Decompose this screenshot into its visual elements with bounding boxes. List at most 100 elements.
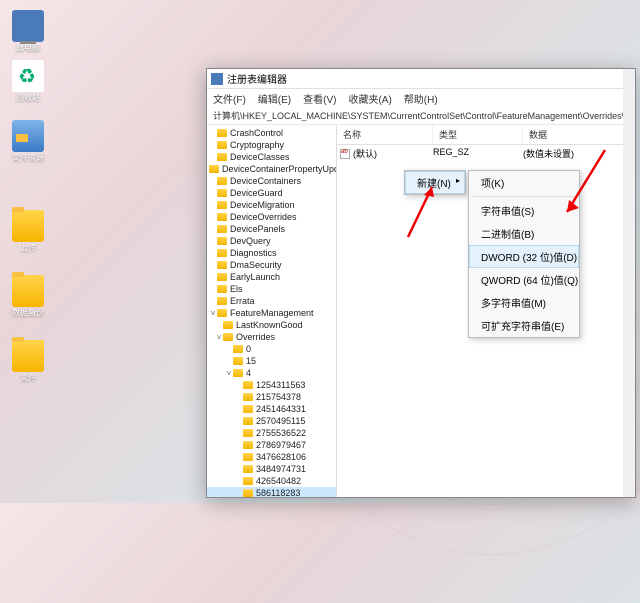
tree-item-errata[interactable]: Errata — [207, 295, 336, 307]
caret-icon: ˅ — [209, 309, 217, 318]
folder-icon — [217, 261, 227, 269]
scrollbar[interactable] — [623, 69, 635, 497]
menu-item-key[interactable]: 项(K) — [469, 171, 579, 194]
menu-favorites[interactable]: 收藏夹(A) — [348, 91, 391, 106]
tree-item-1254311563[interactable]: 1254311563 — [207, 379, 336, 391]
menu-edit[interactable]: 编辑(E) — [258, 91, 291, 106]
tree-label: 426540482 — [256, 476, 301, 486]
tree-item-devicecontainerpropertyupda[interactable]: DeviceContainerPropertyUpda — [207, 163, 336, 175]
tree-view[interactable]: CrashControlCryptographyDeviceClassesDev… — [207, 125, 337, 497]
tree-item-2451464331[interactable]: 2451464331 — [207, 403, 336, 415]
tree-item-els[interactable]: Els — [207, 283, 336, 295]
caret-icon: ˅ — [215, 333, 223, 342]
tree-label: DmaSecurity — [230, 260, 282, 270]
folder-icon — [217, 249, 227, 257]
menu-item-expandstring[interactable]: 可扩充字符串值(E) — [469, 314, 579, 337]
col-data[interactable]: 数据 — [523, 125, 635, 144]
tree-label: FeatureManagement — [230, 308, 314, 318]
tree-item-2755536522[interactable]: 2755536522 — [207, 427, 336, 439]
tree-item-586118283[interactable]: 586118283 — [207, 487, 336, 497]
tree-item-215754378[interactable]: 215754378 — [207, 391, 336, 403]
desktop-icon-computer[interactable]: 此电脑 — [8, 10, 48, 53]
menu-item-qword[interactable]: QWORD (64 位)值(Q) — [469, 268, 579, 291]
tree-label: 586118283 — [256, 488, 300, 497]
folder-icon — [243, 441, 253, 449]
tree-item-deviceclasses[interactable]: DeviceClasses — [207, 151, 336, 163]
tree-item-devicecontainers[interactable]: DeviceContainers — [207, 175, 336, 187]
desktop-icon-label: 此电脑 — [8, 44, 48, 53]
tree-item-crashcontrol[interactable]: CrashControl — [207, 127, 336, 139]
tree-item-deviceguard[interactable]: DeviceGuard — [207, 187, 336, 199]
menu-item-string[interactable]: 字符串值(S) — [469, 199, 579, 222]
folder-icon — [217, 141, 227, 149]
tree-label: 215754378 — [256, 392, 301, 402]
value-type: REG_SZ — [433, 147, 523, 160]
tree-item-3476628106[interactable]: 3476628106 — [207, 451, 336, 463]
tree-item-featuremanagement[interactable]: ˅ FeatureManagement — [207, 307, 336, 319]
tree-label: DevicePanels — [230, 224, 285, 234]
tree-item-15[interactable]: 15 — [207, 355, 336, 367]
tree-label: 3476628106 — [256, 452, 306, 462]
tree-item-426540482[interactable]: 426540482 — [207, 475, 336, 487]
separator — [473, 196, 575, 197]
tree-item-devquery[interactable]: DevQuery — [207, 235, 336, 247]
menu-view[interactable]: 查看(V) — [303, 91, 336, 106]
explorer-icon — [12, 120, 44, 152]
menu-item-binary[interactable]: 二进制值(B) — [469, 222, 579, 245]
menu-item-dword[interactable]: DWORD (32 位)值(D) — [469, 245, 579, 268]
tree-item-diagnostics[interactable]: Diagnostics — [207, 247, 336, 259]
desktop-icon-recycle[interactable]: 回收站 — [8, 60, 48, 103]
desktop-icon-explorer[interactable]: 文件资源 — [8, 120, 48, 163]
tree-item-dmasecurity[interactable]: DmaSecurity — [207, 259, 336, 271]
tree-item-0[interactable]: 0 — [207, 343, 336, 355]
desktop-icon-label: 数据备份 — [8, 309, 48, 318]
computer-icon — [12, 10, 44, 42]
tree-item-3484974731[interactable]: 3484974731 — [207, 463, 336, 475]
tree-label: 3484974731 — [256, 464, 306, 474]
tree-item-4[interactable]: ˅4 — [207, 367, 336, 379]
window-title: 注册表编辑器 — [227, 71, 287, 86]
folder-icon — [243, 465, 253, 473]
list-row[interactable]: (默认) REG_SZ (数值未设置) — [337, 145, 635, 162]
tree-label: LastKnownGood — [236, 320, 303, 330]
tree-item-lastknowngood[interactable]: LastKnownGood — [207, 319, 336, 331]
desktop-icon-folder-1[interactable]: 上传 — [8, 210, 48, 253]
list-header: 名称 类型 数据 — [337, 125, 635, 145]
menu-help[interactable]: 帮助(H) — [404, 91, 438, 106]
tree-item-cryptography[interactable]: Cryptography — [207, 139, 336, 151]
chevron-right-icon: ▸ — [456, 176, 460, 185]
tree-item-devicepanels[interactable]: DevicePanels — [207, 223, 336, 235]
tree-label: 1254311563 — [256, 380, 305, 390]
folder-icon — [217, 153, 227, 161]
tree-label: Diagnostics — [230, 248, 277, 258]
folder-icon — [217, 177, 227, 185]
menu-file[interactable]: 文件(F) — [213, 91, 246, 106]
folder-icon — [217, 201, 227, 209]
desktop-icon-folder-2[interactable]: 数据备份 — [8, 275, 48, 318]
titlebar[interactable]: 注册表编辑器 — [207, 69, 635, 89]
folder-icon — [233, 369, 243, 377]
tree-label: DeviceMigration — [230, 200, 295, 210]
folder-icon — [243, 405, 253, 413]
tree-item-earlylaunch[interactable]: EarlyLaunch — [207, 271, 336, 283]
tree-label: DeviceOverrides — [230, 212, 297, 222]
address-bar[interactable]: 计算机\HKEY_LOCAL_MACHINE\SYSTEM\CurrentCon… — [207, 107, 635, 125]
menu-item-new[interactable]: 新建(N) ▸ — [405, 171, 465, 194]
tree-label: 15 — [246, 356, 256, 366]
folder-icon — [217, 129, 227, 137]
folder-icon — [223, 333, 233, 341]
value-name: (默认) — [353, 147, 377, 160]
tree-item-2570495115[interactable]: 2570495115 — [207, 415, 336, 427]
tree-item-deviceoverrides[interactable]: DeviceOverrides — [207, 211, 336, 223]
folder-icon — [223, 321, 233, 329]
folder-icon — [217, 297, 227, 305]
col-name[interactable]: 名称 — [337, 125, 433, 144]
desktop-icon-folder-3[interactable]: 文件 — [8, 340, 48, 383]
desktop-icon-label: 回收站 — [8, 94, 48, 103]
col-type[interactable]: 类型 — [433, 125, 523, 144]
tree-label: 0 — [246, 344, 251, 354]
tree-item-devicemigration[interactable]: DeviceMigration — [207, 199, 336, 211]
menu-item-multistring[interactable]: 多字符串值(M) — [469, 291, 579, 314]
tree-item-overrides[interactable]: ˅Overrides — [207, 331, 336, 343]
tree-item-2786979467[interactable]: 2786979467 — [207, 439, 336, 451]
